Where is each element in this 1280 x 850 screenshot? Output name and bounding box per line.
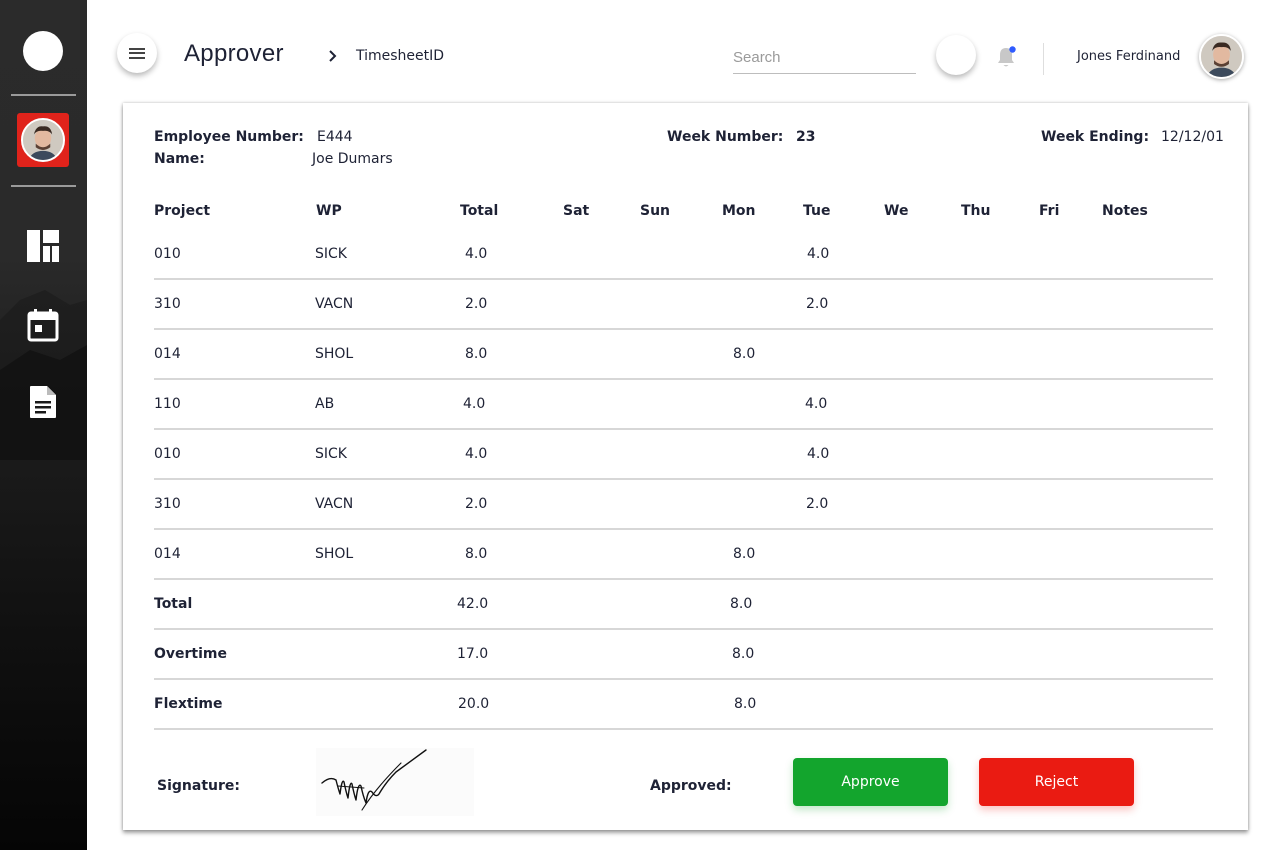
table-row[interactable]: 010 SICK 4.0 4.0	[154, 430, 1213, 480]
cell-total: 4.0	[465, 446, 488, 462]
hamburger-icon	[129, 47, 145, 59]
sidebar	[0, 0, 87, 850]
cell-total: 2.0	[465, 296, 488, 312]
cell-project: 014	[154, 546, 181, 562]
column-header-wed: We	[884, 203, 909, 219]
employee-name-value: Joe Dumars	[312, 151, 393, 167]
summary-row-total: Total 42.0 8.0	[154, 580, 1213, 630]
cell-tue: 4.0	[807, 446, 830, 462]
column-header-notes: Notes	[1102, 203, 1148, 219]
summary-row-flextime: Flextime 20.0 8.0	[154, 680, 1213, 730]
calendar-icon[interactable]	[26, 308, 60, 342]
sidebar-background-mountain	[0, 290, 87, 460]
cell-mon: 8.0	[733, 546, 756, 562]
cell-tue: 4.0	[807, 246, 830, 262]
search-input[interactable]	[733, 42, 916, 74]
cell-tue: 2.0	[806, 496, 829, 512]
header-separator	[1043, 43, 1044, 75]
table-row[interactable]: 310 VACN 2.0 2.0	[154, 480, 1213, 530]
week-number-value: 23	[796, 129, 816, 145]
cell-total: 4.0	[463, 396, 486, 412]
sidebar-profile[interactable]	[17, 113, 69, 167]
reject-button[interactable]: Reject	[979, 758, 1134, 806]
signature-image	[316, 748, 474, 816]
summary-mon: 8.0	[734, 696, 757, 712]
table-row[interactable]: 110 AB 4.0 4.0	[154, 380, 1213, 430]
cell-total: 8.0	[465, 546, 488, 562]
approved-label: Approved:	[650, 778, 732, 794]
summary-label: Overtime	[154, 646, 228, 662]
user-name[interactable]: Jones Ferdinand	[1077, 49, 1180, 64]
cell-tue: 4.0	[805, 396, 828, 412]
cell-project: 014	[154, 346, 181, 362]
document-icon[interactable]	[26, 385, 60, 419]
dashboard-icon[interactable]	[26, 229, 60, 263]
column-header-mon: Mon	[722, 203, 756, 219]
app-logo[interactable]	[23, 31, 63, 71]
column-header-tue: Tue	[803, 203, 831, 219]
column-header-thu: Thu	[961, 203, 991, 219]
week-number-label: Week Number:	[667, 129, 784, 145]
summary-row-overtime: Overtime 17.0 8.0	[154, 630, 1213, 680]
notification-bell-icon[interactable]	[995, 45, 1017, 69]
summary-label: Total	[154, 596, 193, 612]
table-row[interactable]: 310 VACN 2.0 2.0	[154, 280, 1213, 330]
cell-project: 010	[154, 246, 181, 262]
table-row[interactable]: 010 SICK 4.0 4.0	[154, 230, 1213, 280]
summary-total: 17.0	[457, 646, 489, 662]
cell-project: 010	[154, 446, 181, 462]
summary-mon: 8.0	[732, 646, 755, 662]
summary-total: 42.0	[457, 596, 489, 612]
approve-button[interactable]: Approve	[793, 758, 948, 806]
cell-wp: SHOL	[315, 546, 354, 562]
week-ending-label: Week Ending:	[1041, 129, 1150, 145]
cell-total: 2.0	[465, 496, 488, 512]
cell-wp: AB	[315, 396, 335, 412]
sidebar-divider	[11, 185, 76, 187]
week-ending-value: 12/12/01	[1161, 129, 1224, 145]
avatar	[21, 118, 65, 162]
summary-label: Flextime	[154, 696, 223, 712]
cell-project: 310	[154, 296, 181, 312]
cell-wp: SHOL	[315, 346, 354, 362]
notification-dot	[1009, 46, 1016, 53]
column-header-fri: Fri	[1039, 203, 1060, 219]
table-row[interactable]: 014 SHOL 8.0 8.0	[154, 530, 1213, 580]
theme-toggle-button[interactable]	[936, 35, 976, 75]
cell-mon: 8.0	[733, 346, 756, 362]
column-header-total: Total	[460, 203, 499, 219]
column-header-sun: Sun	[640, 203, 671, 219]
employee-number-label: Employee Number:	[154, 129, 304, 145]
cell-wp: VACN	[315, 496, 354, 512]
sidebar-divider	[11, 94, 76, 96]
cell-wp: VACN	[315, 296, 354, 312]
chevron-right-icon	[329, 50, 337, 62]
cell-total: 4.0	[465, 246, 488, 262]
cell-wp: SICK	[315, 246, 347, 262]
summary-mon: 8.0	[730, 596, 753, 612]
summary-total: 20.0	[458, 696, 490, 712]
cell-project: 310	[154, 496, 181, 512]
employee-number-value: E444	[317, 129, 353, 145]
column-header-wp: WP	[316, 203, 342, 219]
signature-label: Signature:	[157, 778, 240, 794]
cell-total: 8.0	[465, 346, 488, 362]
user-avatar[interactable]	[1199, 34, 1244, 79]
breadcrumb[interactable]: TimesheetID	[356, 48, 444, 64]
cell-project: 110	[154, 396, 181, 412]
employee-name-label: Name:	[154, 151, 205, 167]
table-row[interactable]: 014 SHOL 8.0 8.0	[154, 330, 1213, 380]
cell-wp: SICK	[315, 446, 347, 462]
column-header-project: Project	[154, 203, 211, 219]
cell-tue: 2.0	[806, 296, 829, 312]
column-header-sat: Sat	[563, 203, 590, 219]
page-title: Approver	[184, 40, 284, 67]
menu-button[interactable]	[117, 33, 157, 73]
